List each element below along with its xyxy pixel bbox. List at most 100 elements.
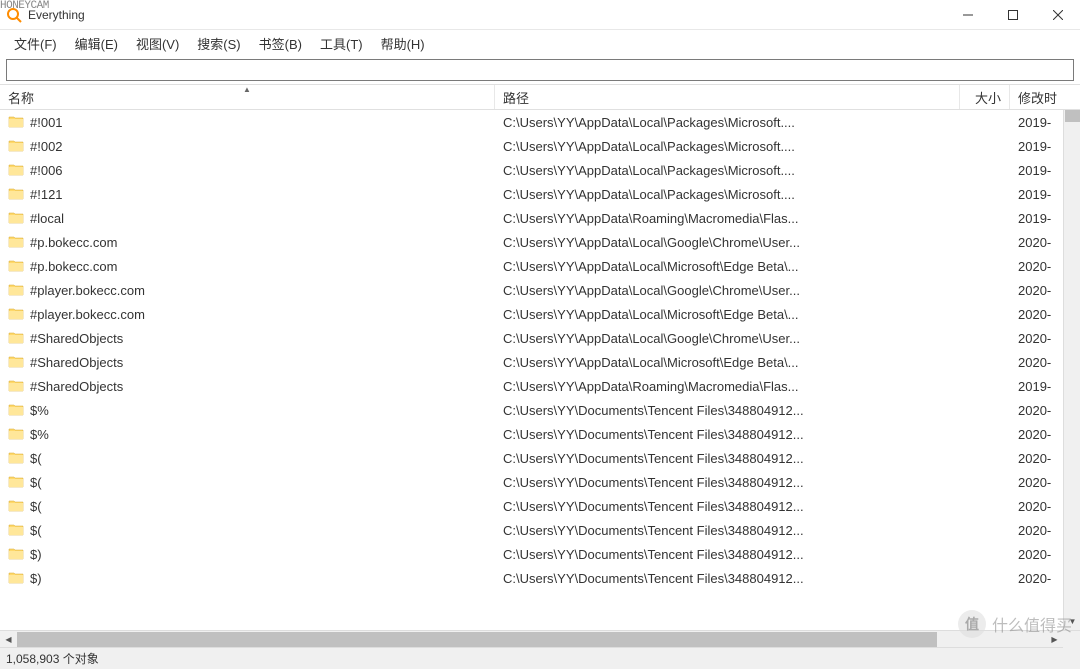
table-row[interactable]: #p.bokecc.com C:\Users\YY\AppData\Local\G… (0, 230, 1080, 254)
folder-icon (8, 210, 24, 226)
cell-path: C:\Users\YY\AppData\Roaming\Macromedia\F… (495, 379, 960, 394)
watermark-badge: 值 (958, 610, 986, 638)
column-header-path[interactable]: 路径 (495, 85, 960, 109)
table-row[interactable]: $(C:\Users\YY\Documents\Tencent Files\34… (0, 494, 1080, 518)
folder-icon (8, 330, 24, 346)
cell-path: C:\Users\YY\AppData\Local\Google\Chrome\… (495, 283, 960, 298)
table-row[interactable]: #SharedObjectsC:\Users\YY\AppData\Local\… (0, 350, 1080, 374)
column-headers: 名称 ▲ 路径 大小 修改时 (0, 84, 1080, 110)
file-name: #SharedObjects (30, 355, 123, 370)
cell-path: C:\Users\YY\AppData\Local\Google\Chrome\… (495, 235, 960, 250)
table-row[interactable]: #SharedObjectsC:\Users\YY\AppData\Roamin… (0, 374, 1080, 398)
menu-bookmarks[interactable]: 书签(B) (251, 32, 310, 55)
vertical-scroll-thumb[interactable] (1065, 110, 1080, 122)
folder-icon (8, 474, 24, 490)
table-row[interactable]: #SharedObjects C:\Users\YY\AppData\Local\… (0, 326, 1080, 350)
table-row[interactable]: $(C:\Users\YY\Documents\Tencent Files\34… (0, 446, 1080, 470)
window-controls (945, 0, 1080, 29)
horizontal-scrollbar[interactable]: ◀ ▶ (0, 630, 1080, 647)
table-row[interactable]: $% C:\Users\YY\Documents\Tencent Files\34… (0, 398, 1080, 422)
folder-icon (8, 186, 24, 202)
table-row[interactable]: #localC:\Users\YY\AppData\Roaming\Macrom… (0, 206, 1080, 230)
cell-path: C:\Users\YY\Documents\Tencent Files\3488… (495, 427, 960, 442)
close-button[interactable] (1035, 0, 1080, 29)
vertical-scrollbar[interactable]: ▼ (1063, 110, 1080, 630)
file-name: #!001 (30, 115, 63, 130)
folder-icon (8, 354, 24, 370)
cell-name: $( (0, 450, 495, 466)
table-row[interactable]: $% C:\Users\YY\Documents\Tencent Files\34… (0, 422, 1080, 446)
folder-icon (8, 450, 24, 466)
table-row[interactable]: $(C:\Users\YY\Documents\Tencent Files\34… (0, 518, 1080, 542)
cell-name: #!121 (0, 186, 495, 202)
cell-name: #player.bokecc.com (0, 306, 495, 322)
table-row[interactable]: #!121 C:\Users\YY\AppData\Local\Packages\… (0, 182, 1080, 206)
minimize-button[interactable] (945, 0, 990, 29)
cell-path: C:\Users\YY\AppData\Local\Packages\Micro… (495, 139, 960, 154)
cell-path: C:\Users\YY\Documents\Tencent Files\3488… (495, 451, 960, 466)
titlebar: Everything (0, 0, 1080, 30)
cell-path: C:\Users\YY\Documents\Tencent Files\3488… (495, 499, 960, 514)
menu-search[interactable]: 搜索(S) (189, 32, 248, 55)
folder-icon (8, 570, 24, 586)
watermark-top-left: HONEYCAM (0, 0, 49, 12)
column-header-name[interactable]: 名称 ▲ (0, 85, 495, 109)
file-name: #p.bokecc.com (30, 259, 117, 274)
column-header-modified[interactable]: 修改时 (1010, 85, 1080, 109)
table-row[interactable]: $)C:\Users\YY\Documents\Tencent Files\34… (0, 542, 1080, 566)
file-name: $% (30, 427, 49, 442)
table-row[interactable]: #player.bokecc.comC:\Users\YY\AppData\Lo… (0, 302, 1080, 326)
search-bar (0, 56, 1080, 84)
file-name: $( (30, 475, 42, 490)
column-header-size[interactable]: 大小 (960, 85, 1010, 109)
folder-icon (8, 426, 24, 442)
table-row[interactable]: $) C:\Users\YY\Documents\Tencent Files\34… (0, 566, 1080, 590)
menu-view[interactable]: 视图(V) (128, 32, 187, 55)
menubar: 文件(F) 编辑(E) 视图(V) 搜索(S) 书签(B) 工具(T) 帮助(H… (0, 30, 1080, 56)
file-name: #!002 (30, 139, 63, 154)
menu-edit[interactable]: 编辑(E) (67, 32, 126, 55)
cell-path: C:\Users\YY\AppData\Local\Packages\Micro… (495, 163, 960, 178)
sort-ascending-icon: ▲ (243, 85, 251, 94)
cell-name: #p.bokecc.com (0, 234, 495, 250)
menu-tools[interactable]: 工具(T) (312, 32, 371, 55)
cell-name: #!001 (0, 114, 495, 130)
horizontal-scroll-thumb[interactable] (17, 632, 937, 647)
cell-path: C:\Users\YY\Documents\Tencent Files\3488… (495, 403, 960, 418)
file-name: #player.bokecc.com (30, 307, 145, 322)
file-name: $) (30, 547, 42, 562)
table-row[interactable]: #p.bokecc.com C:\Users\YY\AppData\Local\M… (0, 254, 1080, 278)
cell-path: C:\Users\YY\Documents\Tencent Files\3488… (495, 571, 960, 586)
cell-path: C:\Users\YY\AppData\Local\Packages\Micro… (495, 187, 960, 202)
file-name: #!006 (30, 163, 63, 178)
search-input[interactable] (6, 59, 1074, 81)
folder-icon (8, 138, 24, 154)
menu-help[interactable]: 帮助(H) (373, 32, 433, 55)
folder-icon (8, 258, 24, 274)
cell-path: C:\Users\YY\AppData\Local\Microsoft\Edge… (495, 259, 960, 274)
cell-path: C:\Users\YY\AppData\Roaming\Macromedia\F… (495, 211, 960, 226)
file-name: $% (30, 403, 49, 418)
file-name: $) (30, 571, 42, 586)
cell-path: C:\Users\YY\AppData\Local\Packages\Micro… (495, 115, 960, 130)
cell-name: $( (0, 498, 495, 514)
folder-icon (8, 162, 24, 178)
table-row[interactable]: #!006 C:\Users\YY\AppData\Local\Packages\… (0, 158, 1080, 182)
cell-name: $( (0, 474, 495, 490)
watermark-text: 什么值得买 (992, 612, 1072, 636)
maximize-button[interactable] (990, 0, 1035, 29)
column-header-name-label: 名称 (8, 88, 34, 107)
file-name: #!121 (30, 187, 63, 202)
table-row[interactable]: #!002 C:\Users\YY\AppData\Local\Packages\… (0, 134, 1080, 158)
file-name: #p.bokecc.com (30, 235, 117, 250)
file-name: #SharedObjects (30, 331, 123, 346)
table-row[interactable]: #!001 C:\Users\YY\AppData\Local\Packages\… (0, 110, 1080, 134)
scroll-left-arrow-icon[interactable]: ◀ (0, 631, 17, 648)
cell-name: #SharedObjects (0, 330, 495, 346)
table-row[interactable]: $(C:\Users\YY\Documents\Tencent Files\34… (0, 470, 1080, 494)
cell-path: C:\Users\YY\AppData\Local\Google\Chrome\… (495, 331, 960, 346)
table-row[interactable]: #player.bokecc.comC:\Users\YY\AppData\Lo… (0, 278, 1080, 302)
cell-name: #!002 (0, 138, 495, 154)
cell-name: $) (0, 546, 495, 562)
menu-file[interactable]: 文件(F) (6, 32, 65, 55)
